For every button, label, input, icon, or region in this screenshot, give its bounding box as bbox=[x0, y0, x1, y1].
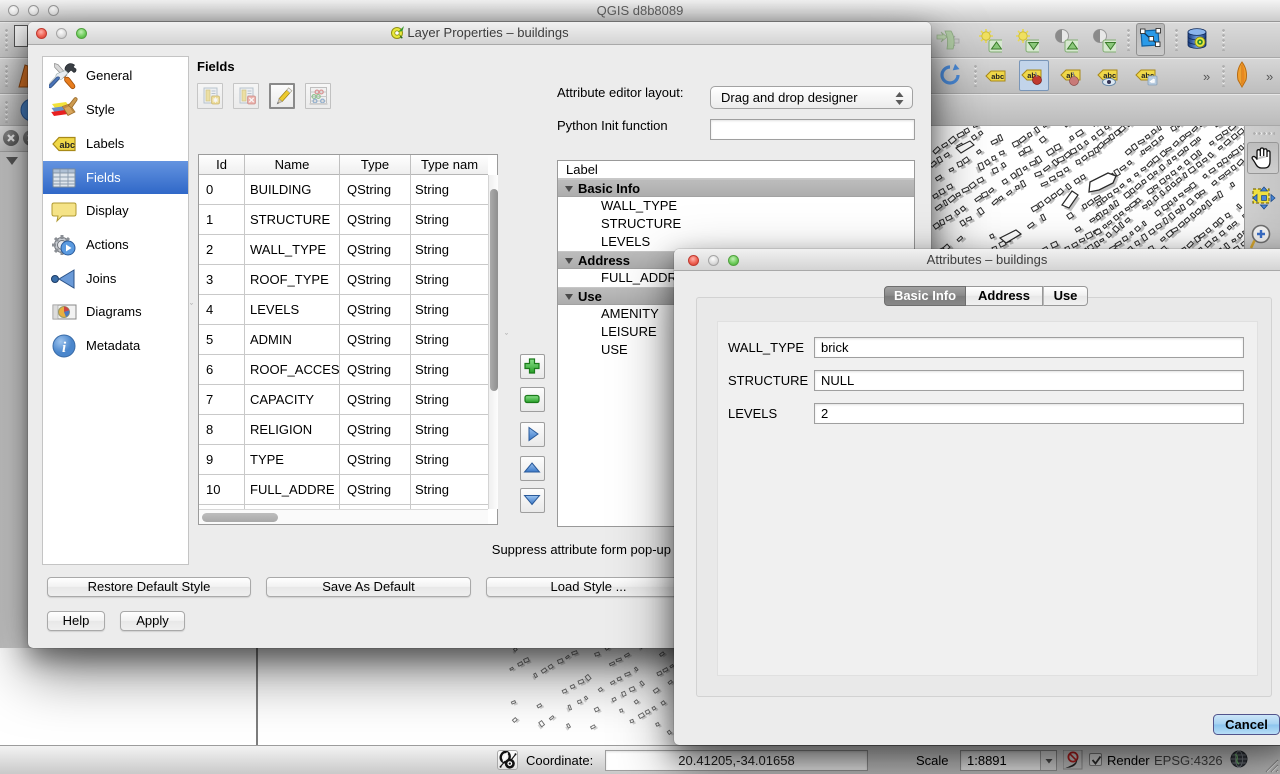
svg-text:abc: abc bbox=[60, 140, 76, 150]
svg-text:abc: abc bbox=[991, 72, 1004, 81]
